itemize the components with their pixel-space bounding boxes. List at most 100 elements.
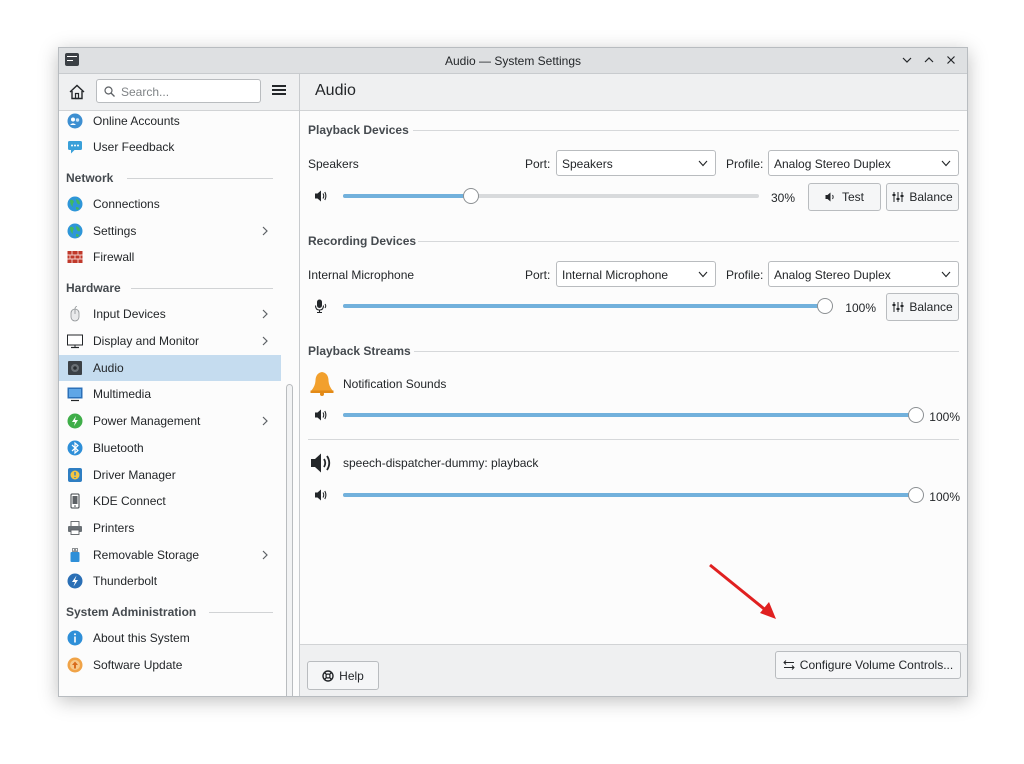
sidebar-item-label: Connections	[93, 197, 160, 211]
sidebar-item-printers[interactable]: Printers	[59, 515, 281, 541]
chevron-up-icon	[924, 57, 934, 63]
sidebar-item-connections[interactable]: Connections	[59, 191, 281, 217]
page-title: Audio	[315, 82, 356, 99]
recording-balance-button[interactable]: Balance	[886, 293, 959, 321]
footer: Configure Volume Controls...	[300, 644, 967, 696]
sidebar-item-label: Firewall	[93, 250, 135, 264]
sidebar-item-removable-storage[interactable]: Removable Storage	[59, 542, 281, 568]
hamburger-menu-button[interactable]	[271, 83, 287, 99]
volume-icon	[825, 192, 834, 202]
sidebar-scrollbar[interactable]	[286, 384, 293, 696]
maximize-button[interactable]	[921, 51, 937, 69]
slider-fill	[343, 194, 471, 198]
sidebar-item-label: Bluetooth	[93, 441, 144, 455]
system-settings-window: Audio — System Settings Search... Online…	[58, 47, 968, 697]
chevron-right-icon	[262, 416, 268, 426]
playback-volume-slider[interactable]	[343, 188, 759, 204]
playback-balance-button[interactable]: Balance	[886, 183, 959, 211]
close-button[interactable]	[943, 51, 959, 69]
section-divider	[418, 241, 959, 242]
stream-name-speech-dispatcher: speech-dispatcher-dummy: playback	[343, 456, 539, 470]
balance-icon	[892, 192, 904, 202]
configure-icon	[783, 660, 795, 670]
help-button[interactable]: Help	[307, 661, 379, 690]
sidebar-item-firewall[interactable]: Firewall	[59, 244, 281, 270]
bell-icon	[310, 372, 334, 396]
speech-dispatcher-volume-percent: 100%	[929, 490, 960, 504]
notification-sounds-volume-slider[interactable]	[343, 407, 924, 423]
sidebar: Online Accounts User Feedback Network Co…	[59, 74, 300, 696]
volume-icon[interactable]	[314, 189, 328, 203]
sidebar-item-bluetooth[interactable]: Bluetooth	[59, 435, 281, 461]
chevron-down-icon	[698, 160, 708, 167]
window-title: Audio — System Settings	[444, 54, 582, 68]
sidebar-item-label: About this System	[93, 631, 190, 645]
help-icon	[322, 669, 334, 682]
sidebar-item-audio[interactable]: Audio	[59, 355, 281, 381]
playback-device-name: Speakers	[308, 157, 359, 171]
sidebar-item-multimedia[interactable]: Multimedia	[59, 381, 281, 407]
playback-volume-percent: 30%	[770, 191, 795, 205]
sidebar-item-input-devices[interactable]: Input Devices	[59, 301, 281, 327]
microphone-icon[interactable]	[314, 299, 328, 313]
sidebar-item-display-and-monitor[interactable]: Display and Monitor	[59, 328, 281, 354]
home-icon	[69, 84, 85, 100]
slider-handle[interactable]	[817, 298, 833, 314]
sidebar-item-label: Power Management	[93, 414, 201, 428]
recording-profile-select[interactable]: Analog Stereo Duplex	[768, 261, 959, 287]
globe-icon	[67, 223, 83, 239]
main-panel: Audio Playback Devices Speakers Port: Sp…	[300, 74, 967, 696]
configure-volume-controls-button[interactable]: Configure Volume Controls...	[775, 651, 961, 679]
help-label: Help	[339, 668, 364, 683]
chevron-right-icon	[262, 550, 268, 560]
sidebar-item-user-feedback[interactable]: User Feedback	[59, 134, 281, 160]
sidebar-item-software-update[interactable]: Software Update	[59, 652, 281, 678]
search-field[interactable]	[96, 79, 261, 103]
playback-profile-select[interactable]: Analog Stereo Duplex	[768, 150, 959, 176]
playback-profile-value: Analog Stereo Duplex	[774, 157, 891, 171]
port-label: Port:	[525, 268, 551, 282]
chevron-down-icon	[941, 160, 951, 167]
speech-dispatcher-volume-slider[interactable]	[343, 487, 924, 503]
configure-volume-controls-label: Configure Volume Controls...	[799, 658, 954, 672]
sidebar-item-about-this-system[interactable]: About this System	[59, 625, 281, 651]
printer-icon	[68, 521, 82, 535]
sidebar-item-power-management[interactable]: Power Management	[59, 408, 281, 434]
chevron-down-icon	[698, 271, 708, 278]
stream-name-notification-sounds: Notification Sounds	[343, 377, 447, 391]
category-divider	[209, 612, 273, 613]
hamburger-icon	[271, 85, 287, 95]
volume-icon[interactable]	[314, 408, 328, 422]
stream-divider	[308, 439, 959, 440]
slider-handle[interactable]	[908, 487, 924, 503]
volume-icon[interactable]	[314, 488, 328, 502]
search-input[interactable]	[119, 82, 261, 102]
slider-handle[interactable]	[908, 407, 924, 423]
recording-port-select[interactable]: Internal Microphone	[556, 261, 716, 287]
usb-icon	[70, 548, 80, 562]
notification-sounds-volume-percent: 100%	[929, 410, 960, 424]
section-divider	[413, 130, 959, 131]
home-button[interactable]	[67, 82, 87, 102]
main-header: Audio	[300, 74, 967, 111]
sidebar-item-thunderbolt[interactable]: Thunderbolt	[59, 568, 281, 594]
sidebar-item-kde-connect[interactable]: KDE Connect	[59, 488, 281, 514]
multimedia-icon	[67, 387, 83, 402]
category-hardware: Hardware	[66, 281, 121, 295]
chevron-down-icon	[902, 57, 912, 63]
speaker-icon	[311, 453, 331, 473]
sidebar-item-label: Audio	[93, 361, 124, 375]
online-accounts-icon	[67, 113, 83, 129]
mouse-icon	[70, 306, 80, 322]
sidebar-item-online-accounts[interactable]: Online Accounts	[59, 108, 281, 134]
sidebar-item-settings[interactable]: Settings	[59, 218, 281, 244]
minimize-button[interactable]	[899, 51, 915, 69]
playback-port-select[interactable]: Speakers	[556, 150, 716, 176]
recording-volume-slider[interactable]	[343, 298, 833, 314]
sidebar-item-label: Input Devices	[93, 307, 166, 321]
test-button[interactable]: Test	[808, 183, 881, 211]
speaker-icon	[68, 361, 82, 375]
slider-handle[interactable]	[463, 188, 479, 204]
section-playback-devices: Playback Devices	[308, 123, 409, 137]
sidebar-item-driver-manager[interactable]: Driver Manager	[59, 462, 281, 488]
